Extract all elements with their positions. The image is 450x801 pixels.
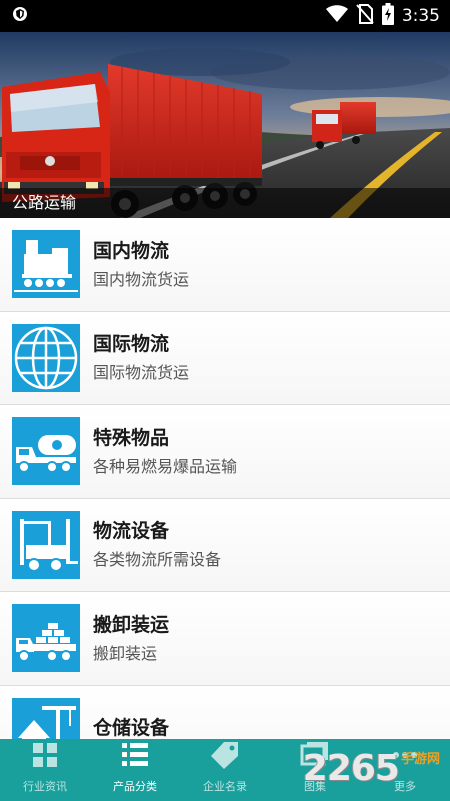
tab-label: 行业资讯 xyxy=(23,780,67,793)
watermark-logo: 2265 手游网 xyxy=(303,748,440,787)
clock: 3:35 xyxy=(401,6,440,26)
item-subtitle: 各类物流所需设备 xyxy=(93,550,222,570)
battery-charging-icon xyxy=(381,3,394,29)
tab-industry-news[interactable]: 行业资讯 xyxy=(0,739,90,801)
item-title: 搬卸装运 xyxy=(93,613,170,636)
shield-icon xyxy=(12,5,28,27)
banner[interactable]: 公路运输 xyxy=(0,32,450,218)
tab-product-categories[interactable]: 产品分类 xyxy=(90,739,180,801)
tab-label: 产品分类 xyxy=(113,780,157,793)
list-item-special-goods[interactable]: 特殊物品 各种易燃易爆品运输 xyxy=(0,405,450,499)
no-sim-icon xyxy=(356,4,374,28)
forklift-icon xyxy=(12,510,80,579)
tag-icon xyxy=(211,742,238,769)
grid-icon xyxy=(33,743,57,767)
list-item-international-logistics[interactable]: 国际物流 国际物流货运 xyxy=(0,311,450,405)
tab-label: 企业名录 xyxy=(203,780,247,793)
tab-company-directory[interactable]: 企业名录 xyxy=(180,739,270,801)
item-title: 国际物流 xyxy=(93,333,170,356)
item-title: 国内物流 xyxy=(93,239,170,262)
list-item-logistics-equipment[interactable]: 物流设备 各类物流所需设备 xyxy=(0,498,450,592)
item-subtitle: 搬卸装运 xyxy=(93,643,158,663)
item-title: 物流设备 xyxy=(93,520,170,543)
list-icon xyxy=(122,743,148,766)
watermark-number: 2265 xyxy=(302,748,400,789)
tanker-truck-icon xyxy=(12,417,80,486)
list-item-loading-transport[interactable]: 搬卸装运 搬卸装运 xyxy=(0,592,450,686)
item-subtitle: 国际物流货运 xyxy=(93,363,190,383)
item-subtitle: 国内物流货运 xyxy=(93,269,190,289)
watermark-site: 手游网 xyxy=(400,752,440,767)
item-title: 特殊物品 xyxy=(93,426,170,449)
banner-caption: 公路运输 xyxy=(0,188,450,218)
flatbed-truck-icon xyxy=(12,604,80,673)
item-subtitle: 各种易燃易爆品运输 xyxy=(93,456,238,476)
globe-icon xyxy=(12,323,80,392)
wifi-icon xyxy=(325,5,348,27)
item-title: 仓储设备 xyxy=(93,717,170,740)
list-item-domestic-logistics[interactable]: 国内物流 国内物流货运 xyxy=(0,218,450,312)
train-icon xyxy=(12,230,80,299)
status-bar: 3:35 xyxy=(0,0,450,32)
category-list: 国内物流 国内物流货运 国际物流 国际物流货运 特殊物品 各种易燃易爆品运输 物… xyxy=(0,218,450,779)
